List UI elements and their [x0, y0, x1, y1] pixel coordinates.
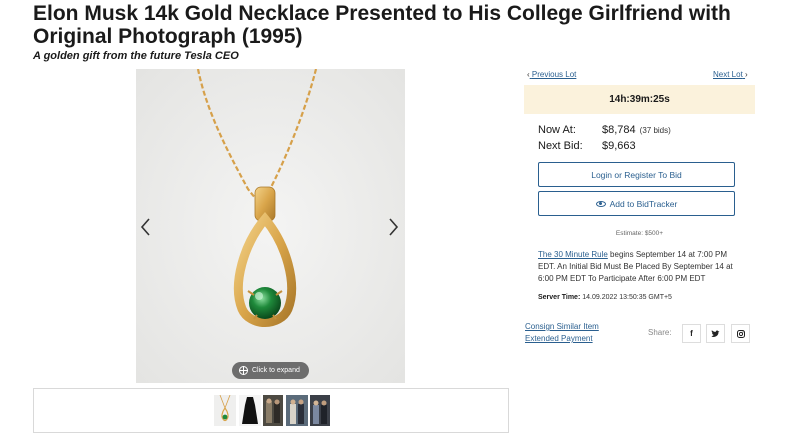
click-to-expand-button[interactable]: Click to expand — [232, 362, 309, 379]
necklace-photo[interactable] — [136, 69, 405, 383]
thumb-couple-photo-3[interactable] — [310, 395, 330, 426]
next-lot-label: Next Lot — [713, 70, 743, 79]
previous-lot-link[interactable]: ‹ Previous Lot — [527, 70, 576, 79]
thumb-couple-photo-1[interactable] — [263, 395, 283, 426]
chevron-right-icon: › — [745, 70, 748, 79]
instagram-share-button[interactable] — [731, 324, 750, 343]
next-image-arrow[interactable] — [383, 213, 403, 241]
thumb-couple-photo-2[interactable] — [286, 395, 308, 426]
previous-image-arrow[interactable] — [136, 213, 156, 241]
thumb-necklace[interactable] — [214, 395, 236, 426]
extended-payment-link[interactable]: Extended Payment — [525, 334, 593, 343]
server-time-value: 14.09.2022 13:50:35 GMT+5 — [582, 294, 672, 301]
now-at-value: $8,784 — [602, 124, 636, 136]
image-gallery[interactable]: Click to expand — [136, 69, 405, 383]
next-bid-label: Next Bid: — [538, 140, 583, 152]
facebook-icon: f — [690, 329, 693, 338]
thirty-minute-rule-link[interactable]: The 30 Minute Rule — [538, 250, 608, 259]
next-bid-value: $9,663 — [602, 140, 636, 152]
server-time-label: Server Time: — [538, 294, 581, 301]
expand-icon — [239, 366, 248, 375]
now-at-label: Now At: — [538, 124, 576, 136]
expand-label: Click to expand — [252, 367, 300, 374]
bidtracker-label: Add to BidTracker — [609, 198, 678, 209]
facebook-share-button[interactable]: f — [682, 324, 701, 343]
instagram-icon — [736, 329, 745, 338]
login-register-label: Login or Register To Bid — [591, 169, 682, 180]
lot-title: Elon Musk 14k Gold Necklace Presented to… — [33, 2, 731, 48]
thumbnail-strip — [33, 388, 509, 433]
login-register-button[interactable]: Login or Register To Bid — [538, 162, 735, 187]
twitter-share-button[interactable] — [706, 324, 725, 343]
lot-subtitle: A golden gift from the future Tesla CEO — [33, 50, 239, 62]
now-at-row: Now At: $8,784 (37 bids) — [538, 124, 671, 136]
countdown-timer: 14h:39m:25s — [524, 85, 755, 114]
estimate-text: Estimate: $500+ — [615, 230, 664, 237]
thirty-minute-rule-text: The 30 Minute Rule begins September 14 a… — [538, 249, 743, 285]
consign-similar-item-link[interactable]: Consign Similar Item — [525, 322, 599, 331]
eye-icon — [595, 200, 606, 207]
bid-count: (37 bids) — [639, 126, 671, 135]
twitter-icon — [711, 329, 720, 337]
next-bid-row: Next Bid: $9,663 — [538, 140, 636, 152]
previous-lot-label: Previous Lot — [531, 70, 577, 79]
share-label: Share: — [648, 328, 672, 337]
chevron-left-icon: ‹ — [527, 70, 530, 79]
add-to-bidtracker-button[interactable]: Add to BidTracker — [538, 191, 735, 216]
thumb-black-dress[interactable] — [239, 395, 261, 426]
next-lot-link[interactable]: Next Lot › — [713, 70, 748, 79]
server-time: Server Time: 14.09.2022 13:50:35 GMT+5 — [538, 294, 672, 301]
